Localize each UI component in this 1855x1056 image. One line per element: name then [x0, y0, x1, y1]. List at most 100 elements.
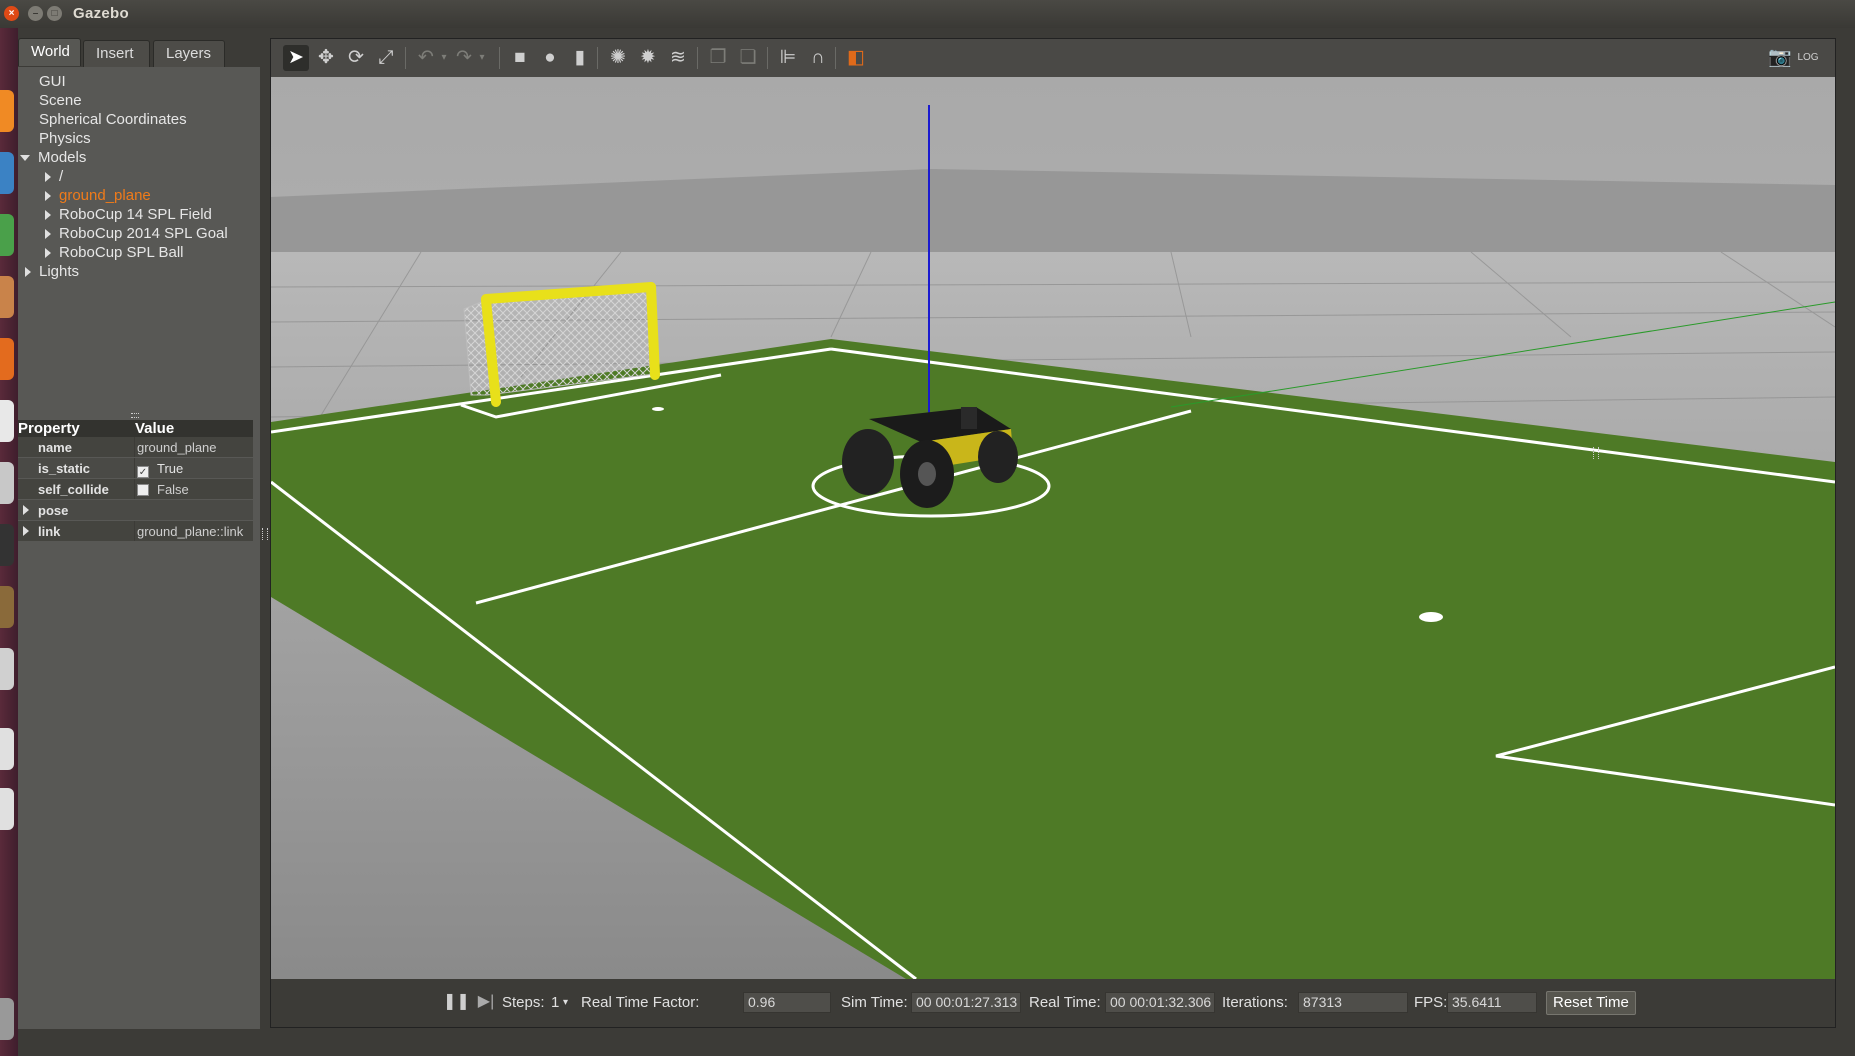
launcher-app-icon[interactable]	[0, 728, 14, 770]
tree-item-model[interactable]: RoboCup SPL Ball	[45, 244, 184, 261]
maximize-window-button[interactable]: □	[47, 6, 62, 21]
property-value-field[interactable]: ground_plane::link	[137, 524, 243, 539]
tree-item-scene[interactable]: Scene	[39, 92, 82, 109]
collapse-arrow-icon[interactable]	[25, 267, 31, 278]
tree-item-physics[interactable]: Physics	[39, 130, 91, 147]
view-angle-icon[interactable]: ◧	[843, 45, 869, 71]
tree-item-models[interactable]: Models	[20, 149, 86, 166]
tree-item-spherical-coordinates[interactable]: Spherical Coordinates	[39, 111, 187, 128]
launcher-app-icon[interactable]	[0, 400, 14, 442]
launcher-app-icon[interactable]	[0, 214, 14, 256]
launcher-app-icon[interactable]	[0, 90, 14, 132]
paste-icon[interactable]: ❏	[735, 45, 761, 71]
collapse-arrow-icon[interactable]	[45, 210, 51, 221]
scale-icon[interactable]: ⤢	[373, 45, 399, 71]
splitter-grip[interactable]	[131, 413, 139, 418]
3d-scene-viewport[interactable]	[271, 77, 1835, 979]
tree-item-model[interactable]: /	[45, 168, 63, 185]
property-row-link[interactable]: link ground_plane::link	[18, 521, 253, 541]
tree-item-label: ground_plane	[59, 187, 151, 204]
copy-icon[interactable]: ❐	[705, 45, 731, 71]
redo-history-dropdown[interactable]: ▾	[469, 45, 495, 71]
sphere-icon[interactable]: ●	[537, 45, 563, 71]
steps-dropdown-icon[interactable]: ▾	[563, 997, 568, 1008]
translate-icon[interactable]: ✥	[313, 45, 339, 71]
expand-arrow-icon[interactable]	[23, 505, 29, 515]
step-icon[interactable]: ▶|	[473, 989, 499, 1015]
status-bar: ❚❚ ▶| Steps: 1 ▾ Real Time Factor: 0.96 …	[271, 979, 1835, 1027]
box-icon[interactable]: ■	[507, 45, 533, 71]
pause-icon[interactable]: ❚❚	[443, 989, 470, 1015]
fps-label: FPS:	[1414, 994, 1448, 1011]
launcher-app-icon[interactable]	[0, 524, 14, 566]
launcher-app-icon[interactable]	[0, 276, 14, 318]
scene-render	[271, 77, 1835, 979]
collapse-arrow-icon[interactable]	[45, 172, 51, 183]
tree-item-lights[interactable]: Lights	[25, 263, 79, 280]
property-key: link	[38, 524, 61, 539]
launcher-app-icon[interactable]	[0, 338, 14, 380]
is-static-checkbox[interactable]: ✓	[137, 466, 149, 478]
tree-item-model-selected[interactable]: ground_plane	[45, 187, 151, 204]
tree-item-model[interactable]: RoboCup 14 SPL Field	[45, 206, 212, 223]
steps-spinbox[interactable]: 1	[551, 994, 559, 1011]
tab-world[interactable]: World	[18, 38, 81, 66]
properties-header: Property Value	[18, 420, 253, 437]
point-light-icon[interactable]: ✺	[605, 45, 631, 71]
spot-light-icon[interactable]: ✹	[635, 45, 661, 71]
tree-item-label: /	[59, 168, 64, 185]
tree-item-label: RoboCup SPL Ball	[59, 244, 184, 261]
tree-item-model[interactable]: RoboCup 2014 SPL Goal	[45, 225, 228, 242]
launcher-app-icon[interactable]	[0, 152, 14, 194]
collapse-arrow-icon[interactable]	[45, 248, 51, 259]
left-splitter-grip[interactable]	[262, 528, 268, 540]
log-icon[interactable]: LOG	[1795, 45, 1821, 71]
expand-arrow-icon[interactable]	[20, 155, 30, 162]
sim-time-label: Sim Time:	[841, 994, 908, 1011]
launcher-app-icon[interactable]	[0, 648, 14, 690]
left-panel: World Insert Layers GUI Scene Spherical …	[18, 28, 268, 1029]
reset-time-button[interactable]: Reset Time	[1546, 991, 1636, 1015]
minimize-window-button[interactable]: –	[28, 6, 43, 21]
collapse-arrow-icon[interactable]	[45, 191, 51, 202]
iterations-field: 87313	[1298, 992, 1408, 1013]
property-row-is-static[interactable]: is_static ✓ True	[18, 458, 253, 478]
close-window-button[interactable]: ×	[4, 6, 19, 21]
directional-light-icon[interactable]: ≋	[665, 45, 691, 71]
property-row-pose[interactable]: pose	[18, 500, 253, 520]
checkbox-label: True	[157, 461, 184, 476]
world-tree[interactable]: GUI Scene Spherical Coordinates Physics …	[18, 67, 260, 412]
align-icon[interactable]: ⊫	[775, 45, 801, 71]
property-key: pose	[38, 503, 69, 518]
steps-label: Steps:	[502, 994, 545, 1011]
launcher-app-icon[interactable]	[0, 788, 14, 830]
iterations-label: Iterations:	[1222, 994, 1288, 1011]
collapse-arrow-icon[interactable]	[45, 229, 51, 240]
select-mode-icon[interactable]: ➤	[283, 45, 309, 71]
real-time-field: 00 00:01:32.306	[1105, 992, 1215, 1013]
tab-insert[interactable]: Insert	[83, 40, 150, 68]
property-value-field[interactable]: ground_plane	[137, 440, 217, 455]
screenshot-icon[interactable]: 📷	[1767, 45, 1793, 71]
snap-icon[interactable]: ∩	[805, 45, 831, 71]
real-time-label: Real Time:	[1029, 994, 1101, 1011]
launcher-app-icon[interactable]	[0, 586, 14, 628]
rotate-icon[interactable]: ⟳	[343, 45, 369, 71]
window-titlebar: × – □ Gazebo	[0, 0, 1855, 28]
checkbox-label: False	[157, 482, 189, 497]
cylinder-icon[interactable]: ▮	[567, 45, 593, 71]
tab-layers[interactable]: Layers	[153, 40, 225, 68]
launcher-app-icon[interactable]	[0, 462, 14, 504]
right-splitter-grip[interactable]	[1593, 447, 1599, 459]
penalty-spot	[1419, 612, 1443, 622]
launcher-app-icon[interactable]	[0, 998, 14, 1040]
property-row-name[interactable]: name ground_plane	[18, 437, 253, 457]
tree-item-gui[interactable]: GUI	[39, 73, 66, 90]
property-key: self_collide	[38, 482, 109, 497]
expand-arrow-icon[interactable]	[23, 526, 29, 536]
header-value: Value	[135, 420, 175, 437]
left-panel-tabs: World Insert Layers	[18, 38, 260, 68]
tree-item-label: RoboCup 2014 SPL Goal	[59, 225, 228, 242]
self-collide-checkbox[interactable]	[137, 484, 149, 496]
property-row-self-collide[interactable]: self_collide False	[18, 479, 253, 499]
